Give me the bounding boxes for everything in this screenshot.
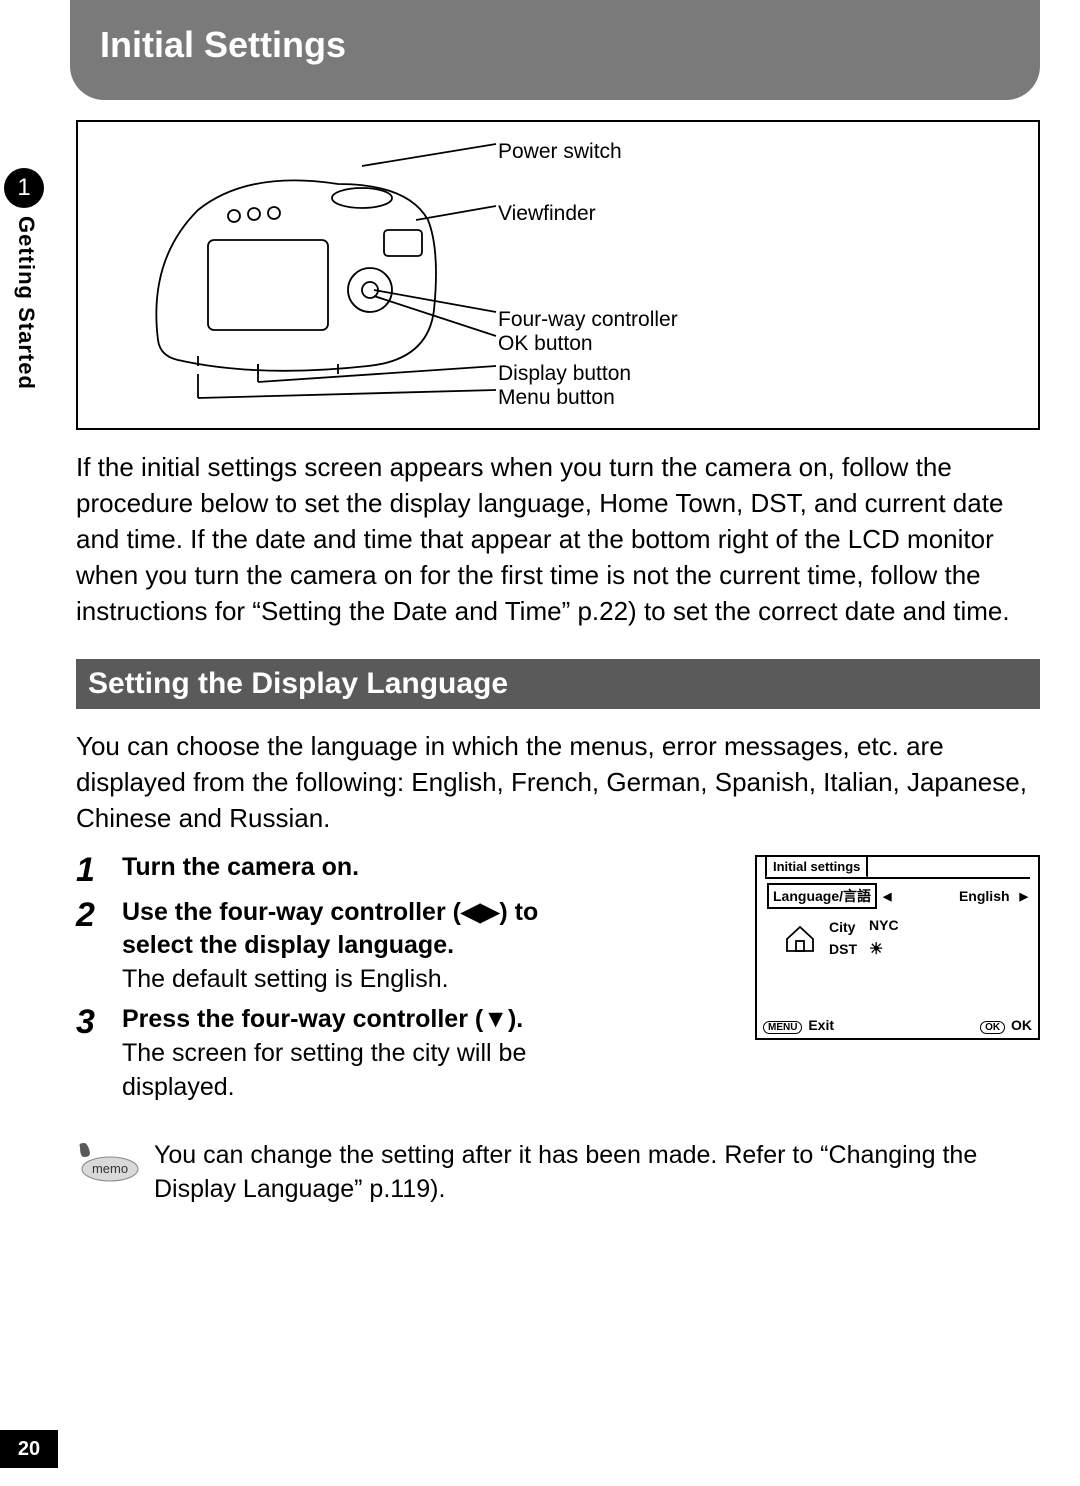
label-ok-button: OK button: [498, 332, 593, 356]
step-2: 2 Use the four-way controller (◀▶) to se…: [76, 896, 596, 997]
intro-paragraph: If the initial settings screen appears w…: [76, 450, 1040, 629]
left-arrow-icon: ◀: [883, 890, 891, 903]
steps-and-screen: 1 Turn the camera on. 2 Use the four-way…: [76, 851, 1040, 1111]
page-content: Power switch Viewfinder Four-way control…: [76, 100, 1040, 1206]
screen-city-value: NYC: [869, 917, 899, 933]
home-icon: [783, 923, 817, 953]
screen-ok-label: OK: [1011, 1017, 1032, 1033]
step-3-number: 3: [76, 1003, 122, 1105]
step-3-sub: The screen for setting the city will be …: [122, 1037, 596, 1105]
screen-language-label-text: Language/言語: [773, 886, 871, 906]
section-heading: Setting the Display Language: [76, 659, 1040, 709]
svg-text:memo: memo: [92, 1161, 128, 1176]
lcd-screen-mock: Initial settings Language/言語 ◀ English ▶: [755, 855, 1040, 1040]
camera-diagram: Power switch Viewfinder Four-way control…: [76, 120, 1040, 430]
label-menu-btn: Menu button: [498, 386, 615, 410]
section-lead: You can choose the language in which the…: [76, 729, 1040, 837]
memo-badge-icon: memo: [76, 1139, 140, 1183]
screen-city-label: City: [829, 919, 857, 935]
label-viewfinder: Viewfinder: [498, 202, 596, 226]
side-gutter: 1 Getting Started 20: [0, 0, 58, 1486]
menu-button-icon: MENU: [763, 1021, 802, 1034]
page-number: 20: [0, 1430, 58, 1468]
chapter-number-badge: 1: [4, 168, 44, 208]
right-arrow-icon: ▶: [1020, 890, 1028, 903]
screen-exit: MENU Exit: [763, 1017, 834, 1034]
screen-dst-label: DST: [829, 941, 857, 957]
step-2-title: Use the four-way controller (◀▶) to sele…: [122, 896, 596, 961]
screen-language-label: Language/言語: [767, 883, 877, 909]
memo-text: You can change the setting after it has …: [154, 1139, 1040, 1207]
screen-language-value: English: [959, 888, 1010, 904]
step-2-sub: The default setting is English.: [122, 963, 596, 997]
dst-sun-icon: ☀: [869, 939, 899, 959]
label-fourway: Four-way controller: [498, 308, 678, 332]
page-header: Initial Settings: [70, 0, 1040, 100]
step-3: 3 Press the four-way controller (▼). The…: [76, 1003, 596, 1105]
memo-block: memo You can change the setting after it…: [76, 1139, 1040, 1207]
screen-exit-label: Exit: [808, 1017, 834, 1033]
page-title: Initial Settings: [100, 24, 346, 65]
ok-button-icon: OK: [980, 1021, 1005, 1034]
step-list: 1 Turn the camera on. 2 Use the four-way…: [76, 851, 596, 1111]
label-display-btn: Display button: [498, 362, 631, 386]
screen-language-row: Language/言語 ◀ English ▶: [765, 879, 1030, 911]
step-2-number: 2: [76, 896, 122, 997]
step-3-title: Press the four-way controller (▼).: [122, 1003, 596, 1036]
chapter-label: Getting Started: [13, 216, 39, 390]
screen-tab-label: Initial settings: [765, 855, 868, 878]
step-1: 1 Turn the camera on.: [76, 851, 596, 890]
label-power-switch: Power switch: [498, 140, 622, 164]
screen-ok: OK OK: [980, 1017, 1032, 1034]
step-1-title: Turn the camera on.: [122, 851, 596, 884]
step-1-number: 1: [76, 851, 122, 890]
